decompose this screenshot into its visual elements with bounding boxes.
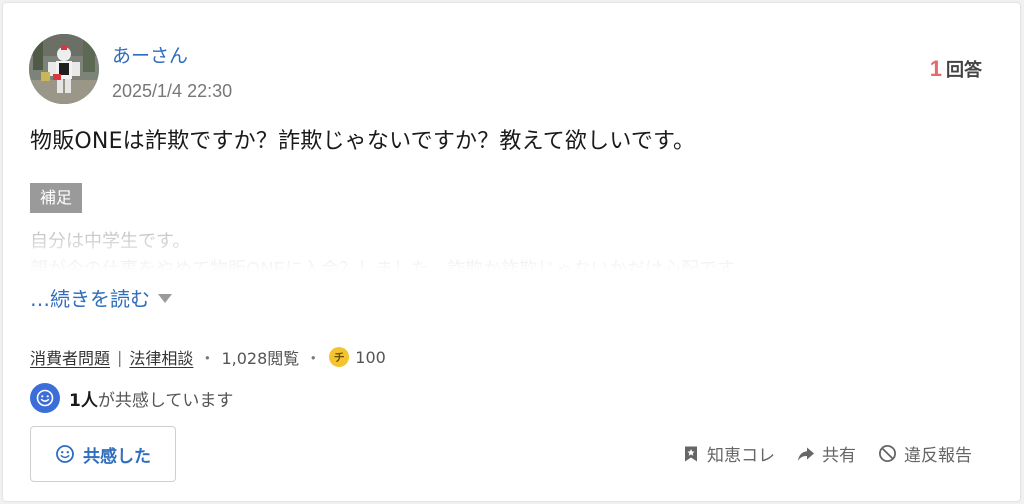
supplement-text: 自分は中学生です。 親が今の仕事をやめて物販ONEに入会？しました。詐欺か詐欺じ… (30, 228, 930, 272)
answer-count[interactable]: 1 回答 (930, 56, 982, 82)
chiekore-button[interactable]: 知恵コレ (682, 441, 775, 466)
post-timestamp: 2025/1/4 22:30 (112, 81, 233, 101)
avatar-image (29, 34, 99, 104)
smile-icon (30, 383, 60, 413)
chiekore-label: 知恵コレ (707, 446, 775, 466)
report-label: 違反報告 (904, 446, 972, 466)
empathy-summary: 1人が共感しています (30, 383, 233, 413)
prohibited-icon (879, 445, 896, 462)
question-card: あーさん 2025/1/4 22:30 1 回答 物販ONEは詐欺ですか？詐欺じ… (2, 2, 1021, 502)
action-bar: 知恵コレ 共有 違反報告 (682, 441, 972, 466)
share-arrow-icon (798, 447, 814, 461)
category-link-legal[interactable]: 法律相談 (129, 345, 193, 369)
read-more-label: …続きを読む (30, 287, 150, 311)
smile-icon (56, 445, 74, 463)
category-divider: | (117, 347, 123, 367)
view-count: 1,028閲覧 (221, 349, 300, 368)
share-label: 共有 (822, 446, 856, 466)
coin-amount: 100 (355, 347, 386, 367)
bookmark-star-icon (685, 446, 697, 461)
empathize-button[interactable]: 共感した (30, 426, 176, 482)
supplement-badge: 補足 (30, 183, 83, 213)
question-title: 物販ONEは詐欺ですか？詐欺じゃないですか？教えて欲しいです。 (30, 129, 696, 154)
supplement-line: 自分は中学生です。 (30, 231, 191, 252)
meta-separator: ・ (199, 349, 216, 368)
answer-count-number: 1 (929, 56, 942, 81)
answer-count-label: 回答 (946, 60, 982, 81)
empathy-text: 1人が共感しています (69, 386, 233, 411)
user-name-link[interactable]: あーさん (112, 41, 188, 68)
report-button[interactable]: 違反報告 (878, 441, 972, 466)
empathy-suffix: が共感しています (97, 390, 234, 411)
share-button[interactable]: 共有 (797, 441, 856, 466)
supplement-line: 親が今の仕事をやめて物販ONEに入会？しました。詐欺か詐欺じゃないかだけ心配です… (30, 259, 752, 272)
empathy-count: 1人 (69, 390, 98, 411)
read-more-link[interactable]: …続きを読む (30, 283, 172, 312)
coin-icon: チ (329, 347, 350, 367)
meta-separator: ・ (305, 349, 322, 368)
empathize-button-label: 共感した (83, 446, 151, 467)
question-meta: 消費者問題 | 法律相談 ・ 1,028閲覧 ・ チ 100 (30, 345, 386, 369)
caret-down-icon (158, 294, 172, 303)
user-avatar[interactable] (29, 34, 99, 104)
category-link-consumer[interactable]: 消費者問題 (30, 345, 110, 369)
